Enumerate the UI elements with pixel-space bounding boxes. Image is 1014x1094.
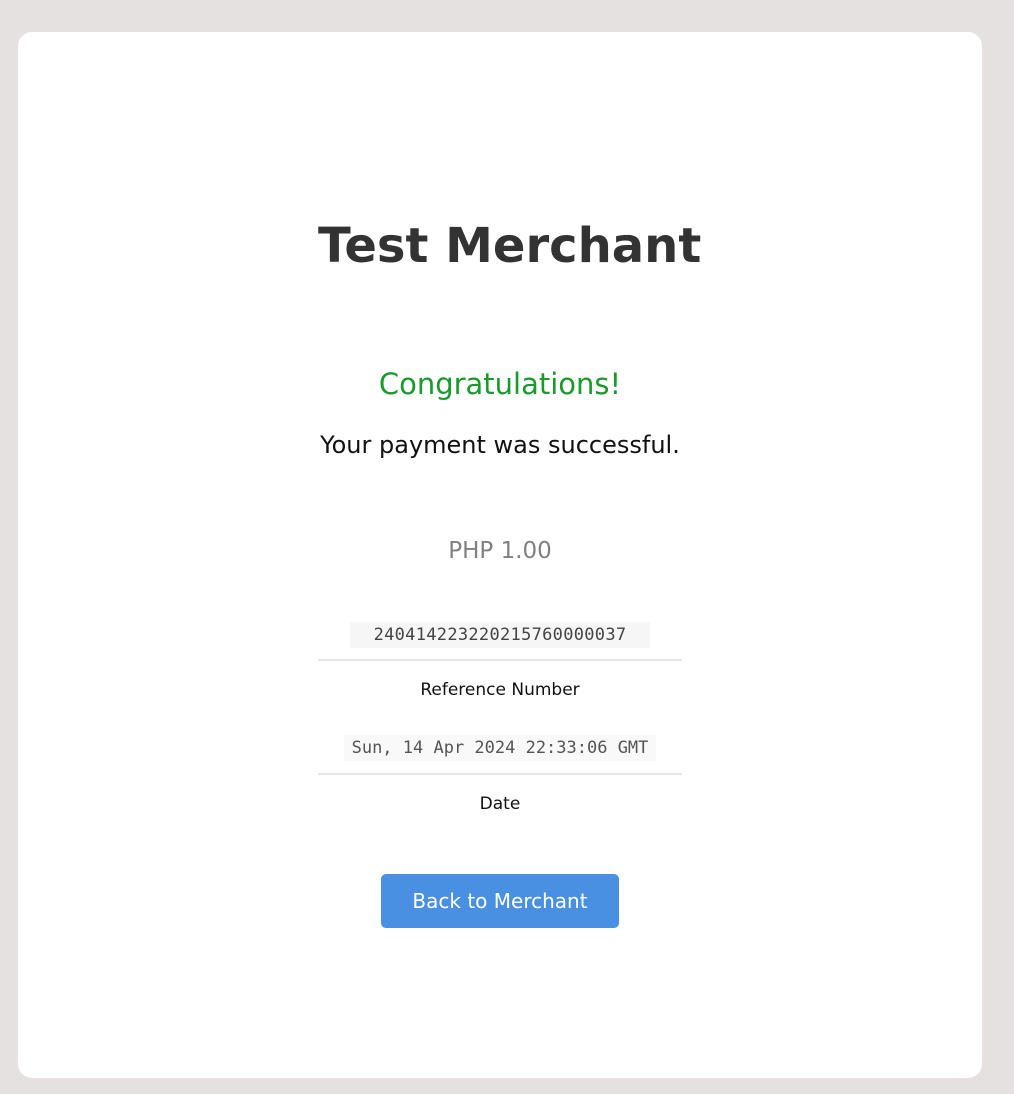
- success-heading: Congratulations!: [378, 367, 622, 401]
- merchant-name: Test Merchant: [318, 218, 702, 274]
- reference-number-value: 240414223220215760000037: [350, 622, 650, 648]
- back-to-merchant-button[interactable]: Back to Merchant: [381, 874, 619, 928]
- reference-divider: [318, 659, 682, 661]
- date-value: Sun, 14 Apr 2024 22:33:06 GMT: [344, 735, 656, 761]
- reference-number-label: Reference Number: [420, 680, 580, 700]
- receipt-card: Test Merchant Congratulations! Your paym…: [18, 32, 982, 1078]
- success-message: Your payment was successful.: [320, 431, 680, 459]
- date-divider: [318, 773, 682, 775]
- date-label: Date: [479, 794, 521, 814]
- payment-amount: PHP 1.00: [448, 538, 552, 564]
